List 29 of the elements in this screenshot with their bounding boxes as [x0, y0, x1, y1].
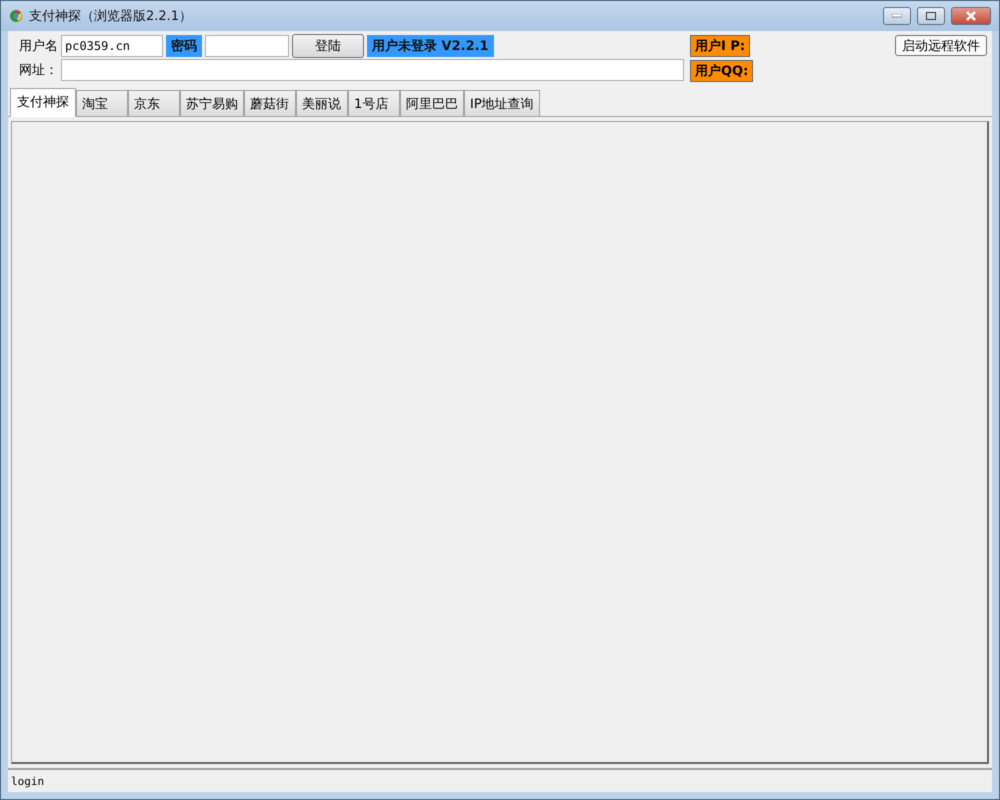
username-field[interactable]: pc0359.cn — [61, 35, 163, 57]
tab[interactable]: 1号店 — [348, 90, 400, 116]
tab[interactable]: 支付神探 — [10, 88, 76, 117]
close-icon — [966, 11, 976, 21]
remote-software-button[interactable]: 启动远程软件 — [895, 35, 987, 56]
login-status: 用户未登录 V2.2.1 — [367, 35, 494, 57]
minimize-button[interactable] — [883, 7, 911, 25]
maximize-icon — [926, 12, 936, 20]
maximize-button[interactable] — [917, 7, 945, 25]
tab[interactable]: 淘宝 — [76, 90, 128, 116]
url-field[interactable] — [61, 59, 684, 81]
minimize-icon — [892, 14, 902, 18]
user-ip-label: 用户I P: — [690, 35, 750, 57]
app-icon — [9, 9, 23, 23]
user-qq-label: 用户QQ: — [690, 60, 754, 82]
close-button[interactable] — [951, 7, 991, 25]
tab[interactable]: 京东 — [128, 90, 180, 116]
login-button[interactable]: 登陆 — [292, 34, 364, 58]
password-label: 密码 — [166, 35, 202, 57]
status-text: login — [11, 774, 44, 788]
tab[interactable]: 蘑菇街 — [244, 90, 296, 116]
tab[interactable]: IP地址查询 — [464, 90, 540, 116]
password-field[interactable] — [205, 35, 289, 57]
username-label: 用户名 — [18, 38, 58, 55]
tab[interactable]: 阿里巴巴 — [400, 90, 464, 116]
tab[interactable]: 美丽说 — [296, 90, 348, 116]
tab[interactable]: 苏宁易购 — [180, 90, 244, 116]
window-title: 支付神探（浏览器版2.2.1） — [29, 8, 194, 25]
url-label: 网址： — [18, 62, 58, 79]
